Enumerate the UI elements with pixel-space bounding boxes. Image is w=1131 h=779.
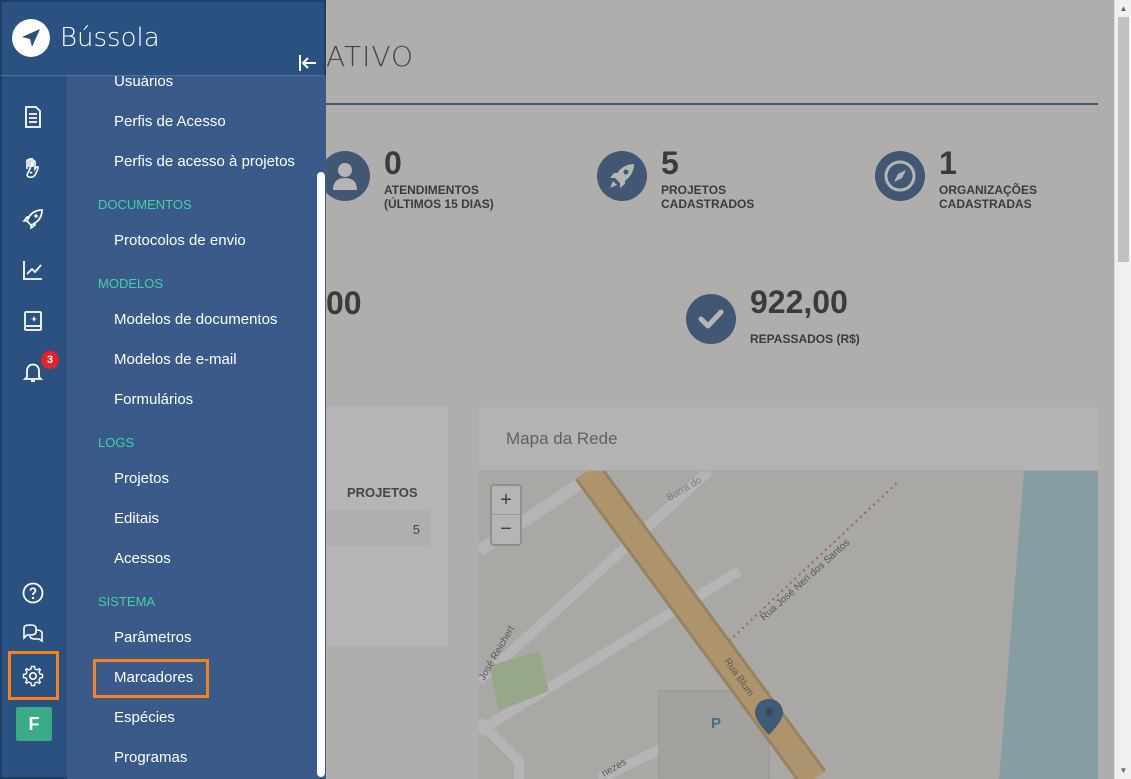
compass-logo-icon xyxy=(12,19,50,57)
menu-item-perfis-acesso[interactable]: Perfis de Acesso xyxy=(114,113,226,130)
section-documentos: DOCUMENTOS xyxy=(98,197,192,212)
brand[interactable]: Bússola xyxy=(12,19,160,57)
menu-item-acessos[interactable]: Acessos xyxy=(114,550,171,567)
brand-bar: Bússola xyxy=(0,0,326,76)
chart-line-icon[interactable] xyxy=(19,256,47,284)
section-sistema: SISTEMA xyxy=(98,594,156,609)
notification-badge: 3 xyxy=(41,351,59,369)
menu-item-marcadores[interactable]: Marcadores xyxy=(114,669,193,686)
menu-item-parametros[interactable]: Parâmetros xyxy=(114,629,192,646)
section-logs: LOGS xyxy=(98,435,135,450)
menu-item-programas[interactable]: Programas xyxy=(114,749,187,766)
menu-item-modelos-email[interactable]: Modelos de e-mail xyxy=(114,351,237,368)
menu-item-perfis-projetos[interactable]: Perfis de acesso à projetos xyxy=(114,153,295,170)
settings-menu-panel: Usuários Perfis de Acesso Perfis de aces… xyxy=(67,0,326,779)
user-avatar[interactable]: F xyxy=(16,707,52,741)
help-icon[interactable] xyxy=(19,579,47,607)
collapse-sidebar-icon[interactable] xyxy=(298,54,318,77)
gear-icon[interactable] xyxy=(19,662,47,690)
app-name: Bússola xyxy=(60,23,160,53)
hand-heart-icon[interactable] xyxy=(19,154,47,182)
chat-icon[interactable] xyxy=(19,620,47,648)
menu-item-logs-projetos[interactable]: Projetos xyxy=(114,470,169,487)
menu-item-especies[interactable]: Espécies xyxy=(114,709,175,726)
scrollbar-thumb[interactable] xyxy=(1118,17,1129,262)
rocket-nav-icon[interactable] xyxy=(19,205,47,233)
scroll-down-arrow-icon[interactable]: ▼ xyxy=(1115,762,1131,779)
document-icon[interactable] xyxy=(19,103,47,131)
menu-scrollbar[interactable] xyxy=(317,172,325,777)
menu-item-formularios[interactable]: Formulários xyxy=(114,391,193,408)
scroll-up-arrow-icon[interactable]: ▲ xyxy=(1115,0,1131,17)
book-icon[interactable] xyxy=(19,307,47,335)
menu-item-modelos-documentos[interactable]: Modelos de documentos xyxy=(114,311,277,328)
menu-item-protocolos[interactable]: Protocolos de envio xyxy=(114,232,246,249)
menu-item-editais[interactable]: Editais xyxy=(114,510,159,527)
page-scrollbar[interactable]: ▲ ▼ xyxy=(1114,0,1131,779)
section-modelos: MODELOS xyxy=(98,276,164,291)
